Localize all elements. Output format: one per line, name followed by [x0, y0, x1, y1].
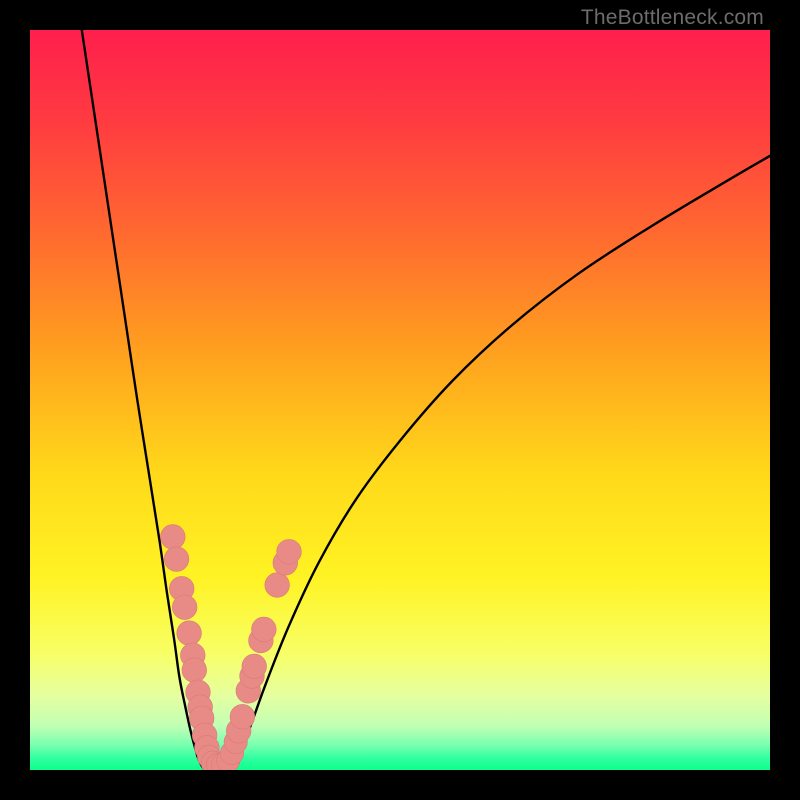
curve-marker — [160, 525, 185, 550]
curve-marker — [252, 617, 277, 642]
curve-marker — [230, 704, 255, 729]
curve-marker — [182, 658, 207, 683]
chart-frame: TheBottleneck.com — [0, 0, 800, 800]
curve-marker — [172, 595, 197, 620]
curve-marker — [164, 547, 189, 572]
curve-marker — [242, 654, 267, 679]
plot-area — [30, 30, 770, 770]
curve-marker — [177, 621, 202, 646]
bottleneck-curve — [30, 30, 770, 770]
curve-marker — [265, 573, 290, 598]
watermark-text: TheBottleneck.com — [581, 6, 764, 30]
curve-marker — [277, 539, 302, 564]
